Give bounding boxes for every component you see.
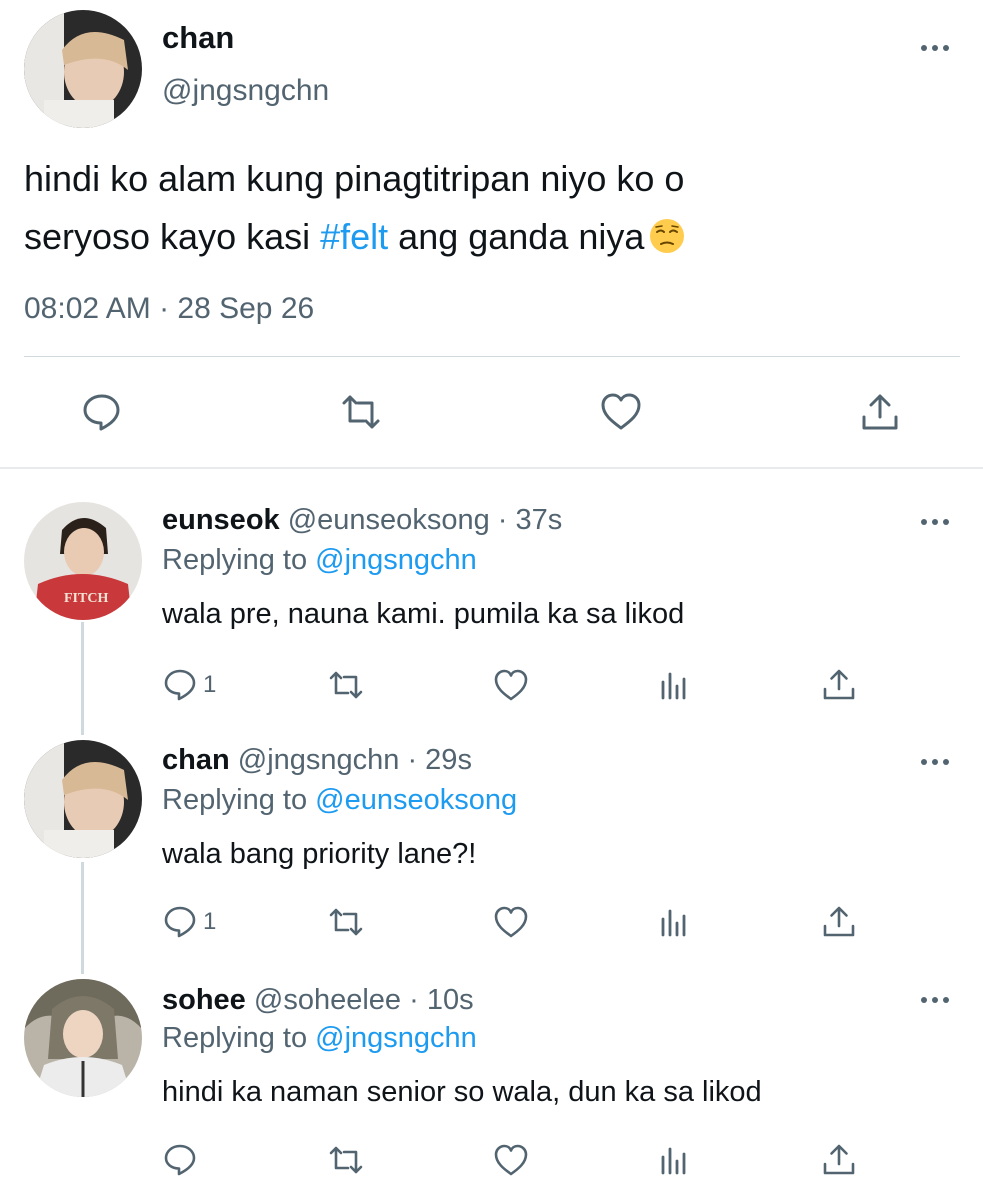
hashtag-link[interactable]: #felt xyxy=(320,216,388,257)
reply-text: wala pre, nauna kami. pumila ka sa likod xyxy=(162,598,685,630)
share-icon[interactable] xyxy=(820,902,858,942)
reply-tweet: chan @jngsngchn · 29s Replying to @eunse… xyxy=(0,730,983,970)
reply-header: chan @jngsngchn · 29s xyxy=(162,744,472,777)
more-options-icon[interactable] xyxy=(919,517,953,527)
avatar[interactable] xyxy=(24,10,142,128)
reply-count: 1 xyxy=(203,908,217,935)
reply-icon xyxy=(164,1144,196,1176)
reply-icon xyxy=(164,669,196,701)
retweet-icon[interactable] xyxy=(327,665,365,705)
reply-button[interactable]: 1 xyxy=(161,665,216,705)
more-options-icon[interactable] xyxy=(919,995,953,1005)
like-icon[interactable] xyxy=(492,1140,530,1180)
divider xyxy=(24,356,960,357)
tweet-text-segment: ang ganda niya xyxy=(388,216,645,257)
tweet-text-line: hindi ko alam kung pinagtitripan niyo ko… xyxy=(24,158,685,199)
display-name[interactable]: sohee xyxy=(162,984,246,1016)
analytics-icon[interactable] xyxy=(656,902,694,942)
avatar[interactable] xyxy=(24,979,142,1097)
replying-to: Replying to @jngsngchn xyxy=(162,544,477,577)
reply-button[interactable]: 1 xyxy=(161,902,216,942)
reply-count: 1 xyxy=(203,671,217,698)
reply-tweet: FITCH eunseok @eunseoksong · 37s Replyin… xyxy=(0,490,983,730)
replying-to: Replying to @jngsngchn xyxy=(162,1022,477,1055)
user-handle[interactable]: @jngsngchn xyxy=(238,744,400,776)
replying-label: Replying to xyxy=(162,784,316,816)
user-handle[interactable]: @jngsngchn xyxy=(162,74,329,108)
reply-text: hindi ka naman senior so wala, dun ka sa… xyxy=(162,1076,762,1108)
mention-link[interactable]: @jngsngchn xyxy=(315,544,477,576)
svg-text:FITCH: FITCH xyxy=(64,591,108,606)
reply-header: eunseok @eunseoksong · 37s xyxy=(162,504,562,537)
retweet-icon[interactable] xyxy=(327,902,365,942)
pensive-face-emoji-icon xyxy=(648,214,686,253)
more-options-icon[interactable] xyxy=(919,43,953,53)
like-icon[interactable] xyxy=(492,902,530,942)
tweet-text-line: seryoso kayo kasi #felt ang ganda niya xyxy=(24,208,924,266)
reply-time[interactable]: · 10s xyxy=(409,984,473,1016)
reply-header: sohee @soheelee · 10s xyxy=(162,984,474,1017)
user-handle[interactable]: @eunseoksong xyxy=(288,504,490,536)
retweet-icon[interactable] xyxy=(338,389,384,435)
mention-link[interactable]: @eunseoksong xyxy=(315,784,517,816)
display-name[interactable]: chan xyxy=(162,744,230,776)
tweet-timestamp[interactable]: 08:02 AM · 28 Sep 26 xyxy=(24,292,314,326)
replying-label: Replying to xyxy=(162,1022,316,1054)
avatar[interactable]: FITCH xyxy=(24,502,142,620)
reply-text: wala bang priority lane?! xyxy=(162,838,477,870)
display-name[interactable]: chan xyxy=(162,20,234,56)
like-icon[interactable] xyxy=(598,389,644,435)
retweet-icon[interactable] xyxy=(327,1140,365,1180)
replying-label: Replying to xyxy=(162,544,316,576)
analytics-icon[interactable] xyxy=(656,1140,694,1180)
reply-button[interactable] xyxy=(161,1140,203,1180)
tweet-text: hindi ko alam kung pinagtitripan niyo ko… xyxy=(24,150,924,266)
analytics-icon[interactable] xyxy=(656,665,694,705)
mention-link[interactable]: @jngsngchn xyxy=(315,1022,477,1054)
avatar[interactable] xyxy=(24,740,142,858)
user-handle[interactable]: @soheelee xyxy=(254,984,401,1016)
section-divider xyxy=(0,467,983,469)
reply-time[interactable]: · 37s xyxy=(498,504,562,536)
reply-icon xyxy=(164,906,196,938)
share-icon[interactable] xyxy=(820,1140,858,1180)
reply-time[interactable]: · 29s xyxy=(407,744,471,776)
more-options-icon[interactable] xyxy=(919,757,953,767)
main-tweet: chan @jngsngchn hindi ko alam kung pinag… xyxy=(0,0,983,468)
share-icon[interactable] xyxy=(857,389,903,435)
reply-tweet: sohee @soheelee · 10s Replying to @jngsn… xyxy=(0,970,983,1200)
share-icon[interactable] xyxy=(820,665,858,705)
replying-to: Replying to @eunseoksong xyxy=(162,784,517,817)
display-name[interactable]: eunseok xyxy=(162,504,280,536)
like-icon[interactable] xyxy=(492,665,530,705)
tweet-text-segment: seryoso kayo kasi xyxy=(24,216,321,257)
reply-icon[interactable] xyxy=(79,389,125,435)
